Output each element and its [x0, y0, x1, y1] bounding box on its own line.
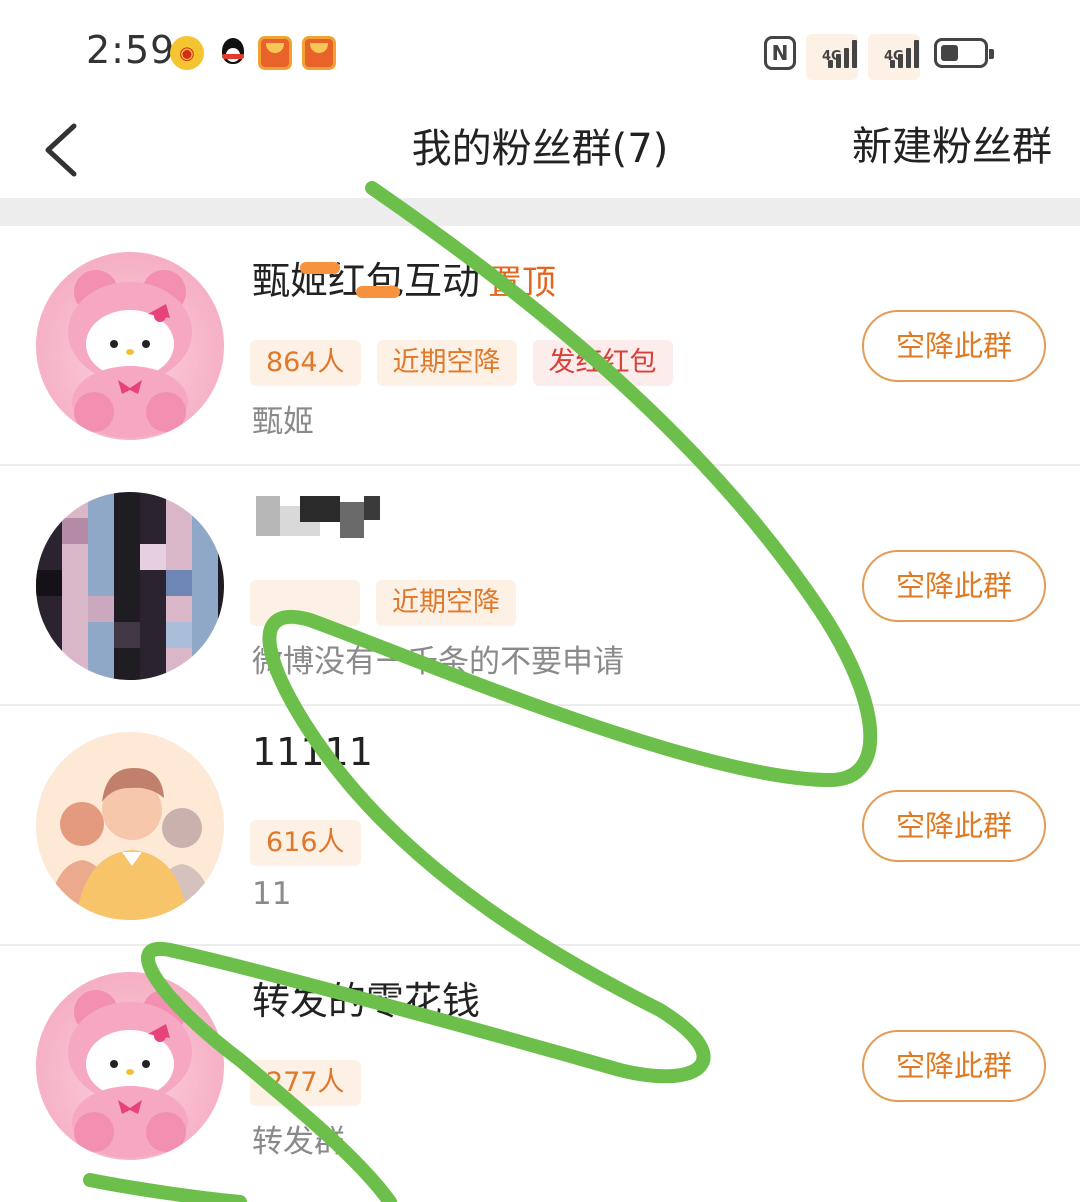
- qq-icon: [216, 36, 250, 70]
- join-group-button[interactable]: 空降此群: [862, 790, 1046, 862]
- signal-4g-icon: 4G: [868, 34, 922, 80]
- weibo-icon: ◉: [170, 36, 204, 70]
- group-name: 转发的零花钱: [252, 979, 481, 1023]
- hello-kitty-avatar: [36, 252, 224, 440]
- member-count-tag: [250, 580, 360, 626]
- hello-kitty-avatar: [36, 972, 224, 1160]
- status-bar: 2:59 ◉ N 4G 4G: [0, 0, 1080, 100]
- recent-tag: 近期空降: [376, 580, 516, 626]
- redaction-mark: [300, 496, 340, 522]
- join-group-button[interactable]: 空降此群: [862, 550, 1046, 622]
- group-description: 转发群: [252, 1124, 345, 1160]
- pin-badge: 置顶: [488, 263, 557, 303]
- create-group-button[interactable]: 新建粉丝群: [852, 114, 1052, 172]
- recent-tag: 近期空降: [376, 340, 517, 386]
- signal-4g-icon: 4G: [806, 34, 860, 80]
- group-row[interactable]: 转发的零花钱 277人 转发群 空降此群: [0, 946, 1080, 1186]
- group-tags: 近期空降: [250, 580, 516, 626]
- red-envelope-icon: [302, 36, 336, 70]
- join-group-button[interactable]: 空降此群: [862, 310, 1046, 382]
- group-description: 11: [252, 876, 292, 912]
- redaction-mark: [300, 262, 340, 274]
- group-description: 甄姬: [252, 404, 314, 440]
- group-tags: 616人: [250, 820, 361, 866]
- redaction-mark: [256, 496, 280, 536]
- blurred-avatar: [36, 492, 224, 680]
- member-count-tag: 277人: [250, 1060, 361, 1106]
- nfc-icon: N: [764, 36, 796, 70]
- battery-level: [941, 45, 958, 61]
- group-description: 微博没有一千条的不要申请: [252, 644, 624, 680]
- group-name: 甄姬红包互动 置顶: [252, 259, 557, 303]
- redaction-mark: [340, 502, 364, 538]
- redaction-mark: [356, 286, 400, 298]
- status-time: 2:59: [86, 28, 176, 72]
- red-envelope-icon: [258, 36, 292, 70]
- group-tags: 864人 近期空降 发红红包: [250, 340, 673, 386]
- default-group-avatar: [36, 732, 224, 920]
- group-list: 甄姬红包互动 置顶 864人 近期空降 发红红包 甄姬 空降此群 近期空降 微博…: [0, 226, 1080, 1186]
- group-row[interactable]: 甄姬红包互动 置顶 864人 近期空降 发红红包 甄姬 空降此群: [0, 226, 1080, 466]
- member-count-tag: 616人: [250, 820, 361, 866]
- member-count-tag: 864人: [250, 340, 361, 386]
- group-tags: 277人: [250, 1060, 361, 1106]
- red-packet-tag: 发红红包: [532, 340, 673, 386]
- battery-icon: [934, 38, 994, 68]
- join-group-button[interactable]: 空降此群: [862, 1030, 1046, 1102]
- group-row[interactable]: 近期空降 微博没有一千条的不要申请 空降此群: [0, 466, 1080, 706]
- group-name: 11111: [252, 730, 373, 774]
- section-divider: [0, 198, 1080, 226]
- redaction-mark: [364, 496, 380, 520]
- header: 我的粉丝群(7) 新建粉丝群: [0, 100, 1080, 198]
- group-row[interactable]: 11111 616人 11 空降此群: [0, 706, 1080, 946]
